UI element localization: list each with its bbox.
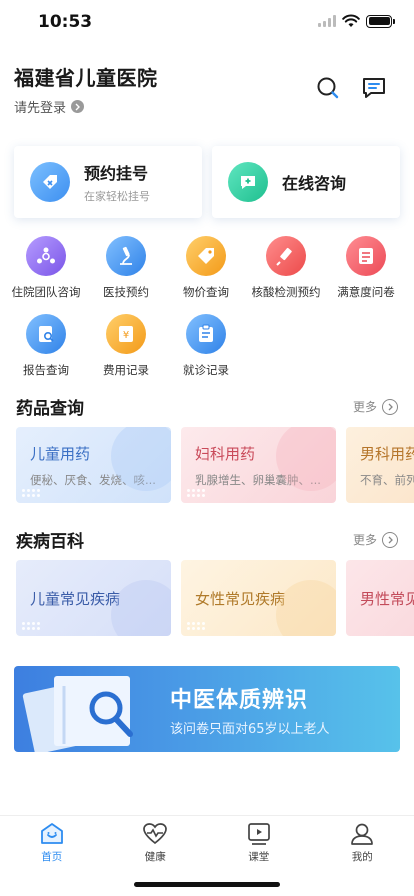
report-icon: [26, 314, 66, 354]
more-label: 更多: [352, 533, 377, 547]
team-icon: [26, 236, 66, 276]
video-play-icon: [247, 823, 270, 845]
drug-section-title: 药品查询: [16, 399, 84, 419]
user-icon: [351, 823, 374, 845]
online-consult-title: 在线咨询: [282, 174, 347, 193]
search-button[interactable]: [314, 74, 342, 102]
search-icon: [317, 77, 339, 99]
status-bar: 10:53: [0, 0, 414, 46]
disease-section-title: 疾病百科: [16, 532, 84, 552]
tcm-constitution-banner[interactable]: 中医体质辨识 该问卷只面对65岁以上老人: [14, 666, 400, 752]
message-button[interactable]: [360, 74, 388, 102]
tab-bar: 首页 健康 课堂 我的: [0, 815, 414, 896]
chat-plus-icon: [228, 162, 268, 202]
appointment-title: 预约挂号: [84, 164, 149, 183]
tab-profile[interactable]: 我的: [311, 816, 414, 870]
grid-item-fee-record[interactable]: ¥ 费用记录: [86, 314, 166, 378]
dots-decoration: [22, 622, 40, 630]
grid-label: 物价查询: [183, 285, 229, 299]
home-indicator: [134, 882, 280, 887]
disease-card-title: 男性常见: [360, 589, 414, 608]
chevron-right-icon: [382, 531, 398, 548]
grid-row: 住院团队咨询 医技预约 物价查询 核酸检测预约 满意度问卷: [0, 236, 414, 300]
grid-label: 住院团队咨询: [11, 285, 81, 299]
banner-subtitle: 该问卷只面对65岁以上老人: [170, 722, 330, 737]
grid-item-nucleic-test[interactable]: 核酸检测预约: [246, 236, 326, 300]
disease-card-children[interactable]: 儿童常见疾病: [16, 560, 171, 636]
svg-text:¥: ¥: [123, 330, 129, 341]
banner-title: 中医体质辨识: [170, 688, 309, 713]
message-icon: [363, 78, 385, 98]
disease-card-title: 儿童常见疾病: [30, 589, 121, 608]
status-time: 10:53: [38, 12, 93, 32]
chevron-right-icon: [382, 398, 398, 415]
header: 福建省儿童医院 请先登录: [14, 62, 400, 116]
drug-card-subtitle: 不育、前列: [360, 473, 414, 487]
drug-cards: 儿童用药 便秘、厌食、发烧、咳... 妇科用药 乳腺增生、卵巢囊肿、... 男科…: [16, 427, 414, 503]
drug-card-title: 男科用药: [360, 445, 414, 463]
record-icon: [186, 314, 226, 354]
disease-more-link[interactable]: 更多: [353, 531, 398, 548]
chevron-right-icon: [71, 100, 85, 113]
wifi-icon: [342, 14, 360, 27]
tab-home[interactable]: 首页: [0, 816, 104, 870]
tab-label: 课堂: [248, 851, 270, 863]
grid-label: 满意度问卷: [337, 285, 395, 299]
primary-cards: 预约挂号 在家轻松挂号 在线咨询: [14, 146, 400, 218]
grid-item-team-consult[interactable]: 住院团队咨询: [6, 236, 86, 300]
status-icons: [318, 14, 395, 28]
grid-label: 费用记录: [103, 363, 149, 377]
disease-section-header: 疾病百科 更多: [16, 527, 398, 552]
dots-decoration: [187, 622, 205, 630]
grid-item-survey[interactable]: 满意度问卷: [326, 236, 406, 300]
header-actions: [314, 74, 388, 102]
disease-cards: 儿童常见疾病 女性常见疾病 男性常见: [16, 560, 414, 636]
dots-decoration: [187, 489, 205, 497]
login-prompt: 请先登录: [14, 101, 67, 116]
drug-section-header: 药品查询 更多: [16, 394, 398, 419]
dots-decoration: [22, 489, 40, 497]
grid-label: 报告查询: [23, 363, 69, 377]
drug-card-gynecology[interactable]: 妇科用药 乳腺增生、卵巢囊肿、...: [181, 427, 336, 503]
heart-pulse-icon: [143, 823, 168, 845]
microscope-icon: [106, 236, 146, 276]
online-consult-card[interactable]: 在线咨询: [212, 146, 400, 218]
drug-card-andrology[interactable]: 男科用药 不育、前列: [346, 427, 414, 503]
battery-icon: [366, 14, 395, 28]
tab-health[interactable]: 健康: [104, 816, 208, 870]
drug-more-link[interactable]: 更多: [353, 398, 398, 415]
appointment-tag-icon: [30, 162, 70, 202]
appointment-card[interactable]: 预约挂号 在家轻松挂号: [14, 146, 202, 218]
tab-label: 首页: [41, 851, 63, 863]
disease-card-female[interactable]: 女性常见疾病: [181, 560, 336, 636]
tab-label: 健康: [144, 851, 166, 863]
fee-icon: ¥: [106, 314, 146, 354]
price-tag-icon: [186, 236, 226, 276]
grid-item-visit-record[interactable]: 就诊记录: [166, 314, 246, 378]
more-label: 更多: [352, 400, 377, 414]
service-grid: 住院团队咨询 医技预约 物价查询 核酸检测预约 满意度问卷 报告查询 ¥ 费用记…: [0, 236, 414, 392]
tab-classroom[interactable]: 课堂: [207, 816, 311, 870]
questionnaire-illustration-icon: [22, 676, 133, 752]
grid-item-price-query[interactable]: 物价查询: [166, 236, 246, 300]
signal-icon: [318, 15, 336, 27]
syringe-icon: [266, 236, 306, 276]
grid-item-report-query[interactable]: 报告查询: [6, 314, 86, 378]
drug-card-children[interactable]: 儿童用药 便秘、厌食、发烧、咳...: [16, 427, 171, 503]
grid-item-tech-appointment[interactable]: 医技预约: [86, 236, 166, 300]
appointment-subtitle: 在家轻松挂号: [84, 190, 150, 203]
grid-row: 报告查询 ¥ 费用记录 就诊记录: [0, 314, 414, 378]
disease-card-title: 女性常见疾病: [195, 589, 286, 608]
tab-label: 我的: [351, 851, 373, 863]
survey-icon: [346, 236, 386, 276]
grid-label: 核酸检测预约: [251, 285, 321, 299]
home-icon: [40, 823, 63, 844]
grid-label: 就诊记录: [183, 363, 229, 377]
disease-card-male[interactable]: 男性常见: [346, 560, 414, 636]
grid-label: 医技预约: [103, 285, 149, 299]
